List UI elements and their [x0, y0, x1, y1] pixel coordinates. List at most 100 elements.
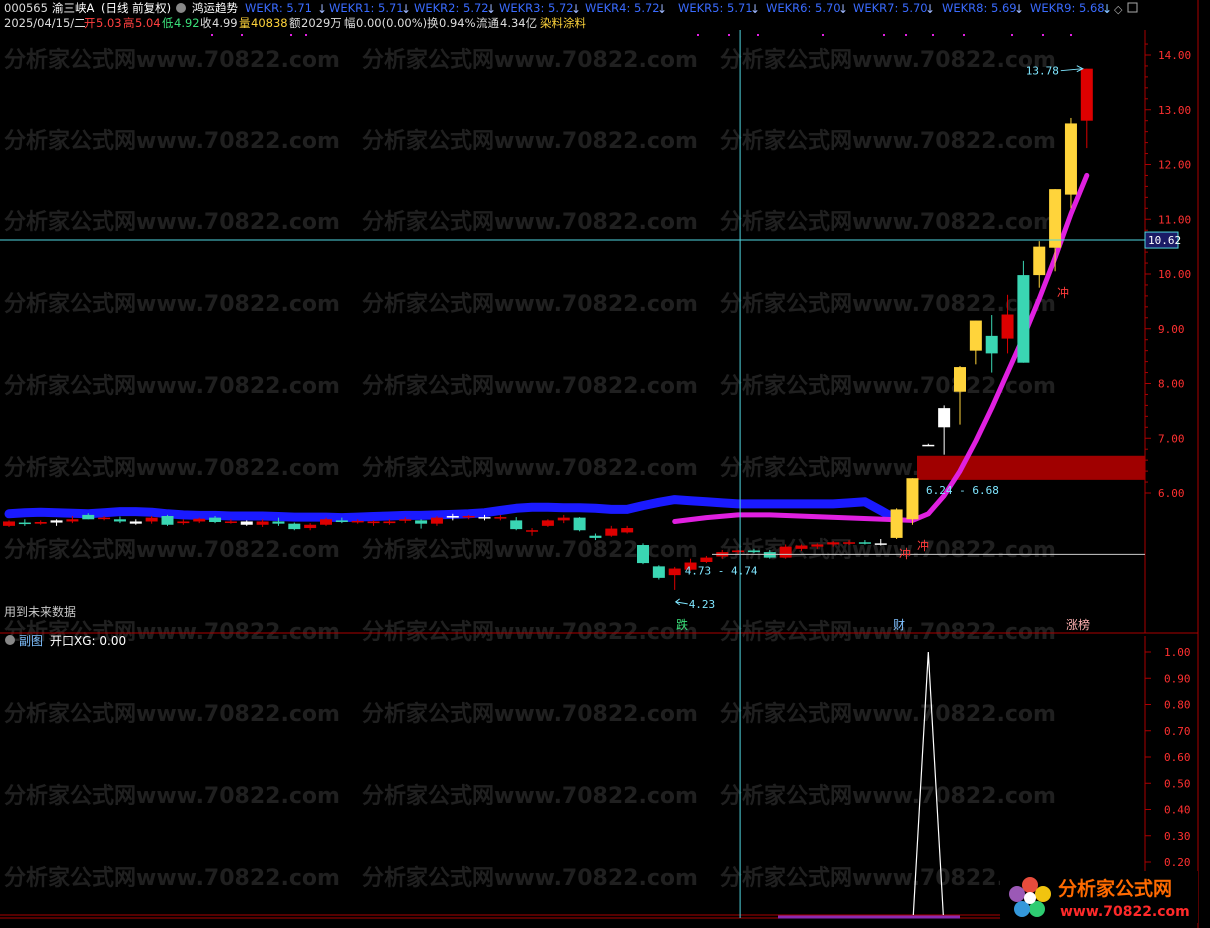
candle-body	[1080, 68, 1093, 121]
low-price-label: 4.23	[689, 598, 716, 611]
candle-body	[763, 552, 776, 558]
signal-dot	[1042, 34, 1044, 36]
signal-dot	[728, 34, 730, 36]
axis-tick-label: 14.00	[1158, 49, 1191, 62]
wekr-item: WEKR1: 5.71	[329, 1, 404, 15]
watermark-text: 分析家公式网www.70822.com	[362, 373, 698, 399]
watermark-text: 分析家公式网www.70822.com	[720, 537, 1056, 563]
indicator-name[interactable]: 鸿运趋势	[192, 1, 238, 15]
bar-date: 2025/04/15/二	[4, 16, 86, 30]
down-arrow-icon: ↓	[1014, 2, 1024, 16]
candle-body	[351, 520, 364, 523]
sub-axis-tick-label: 0.20	[1164, 856, 1191, 869]
watermark-text: 分析家公式网www.70822.com	[720, 47, 1056, 73]
signal-dot	[697, 34, 699, 36]
signal-dot	[963, 34, 965, 36]
sub-toggle-icon[interactable]	[5, 635, 15, 645]
signal-dot	[932, 34, 934, 36]
candle-body	[1049, 189, 1062, 248]
signal-dot	[241, 34, 243, 36]
candle-body	[383, 521, 396, 524]
watermark-text: 分析家公式网www.70822.com	[362, 47, 698, 73]
sector-label: 染料涂料	[540, 16, 586, 30]
sub-axis-tick-label: 0.60	[1164, 751, 1191, 764]
high-label: 高	[123, 16, 135, 30]
axis-tick-label: 9.00	[1158, 323, 1185, 336]
watermark-text: 分析家公式网www.70822.com	[4, 537, 340, 563]
candle-body	[161, 515, 174, 525]
wekr-item: WEKR: 5.71	[245, 1, 312, 15]
crosshair-price-text: 10.62	[1148, 234, 1181, 247]
sub-axis-tick-label: 0.30	[1164, 830, 1191, 843]
float-value: 4.34亿	[500, 16, 537, 30]
candle	[890, 508, 903, 539]
stock-chart-canvas[interactable]: 分析家公式网www.70822.com 分析家公式网www.70822.com 分析…	[0, 0, 1210, 928]
candle-body	[747, 550, 760, 553]
candle-body	[1017, 275, 1030, 363]
candle-body	[779, 546, 792, 558]
candle-body	[858, 542, 871, 544]
future-data-note: 用到未来数据	[4, 604, 76, 619]
candle-body	[811, 544, 824, 547]
candle-body	[843, 542, 856, 544]
breakout-range-label: 6.24 - 6.68	[926, 484, 999, 497]
axis-tick-label: 10.00	[1158, 268, 1191, 281]
candle-body	[335, 520, 348, 523]
down-arrow-icon: ↓	[486, 2, 496, 16]
signal-dot	[883, 34, 885, 36]
axis-tick-label: 7.00	[1158, 432, 1185, 445]
sub-series-label: 开口XG: 0.00	[50, 634, 126, 648]
candle-body	[177, 521, 190, 524]
candle-body	[890, 509, 903, 538]
wekr-item: WEKR3: 5.72	[499, 1, 574, 15]
candle-body	[589, 535, 602, 538]
signal-dot	[757, 34, 759, 36]
candle-body	[430, 517, 443, 524]
watermark-text: 分析家公式网www.70822.com	[4, 701, 340, 727]
scroll-down-icon[interactable]: ↓	[1102, 2, 1112, 16]
open-value: 5.03	[96, 16, 122, 30]
watermark-text: 分析家公式网www.70822.com	[720, 291, 1056, 317]
candle-body	[874, 543, 887, 545]
axis-tick-label: 11.00	[1158, 213, 1191, 226]
axis-tick-label: 6.00	[1158, 487, 1185, 500]
candle-body	[320, 519, 332, 525]
watermark-text: 分析家公式网www.70822.com	[720, 209, 1056, 235]
candle-body	[795, 545, 808, 549]
watermark-text: 分析家公式网www.70822.com	[362, 783, 698, 809]
low-value: 4.92	[174, 16, 200, 30]
watermark-text: 分析家公式网www.70822.com	[4, 865, 340, 891]
candle-body	[209, 517, 222, 523]
candle-body	[18, 522, 31, 525]
sub-panel-title[interactable]: 副图	[19, 634, 43, 648]
candle	[288, 522, 301, 531]
sub-axis-tick-label: 0.70	[1164, 725, 1191, 738]
period-label: (日线 前复权)	[101, 1, 171, 15]
logo-url: www.70822.com	[1060, 904, 1190, 920]
diamond-icon[interactable]: ◇	[1114, 3, 1123, 16]
candle-body	[462, 515, 475, 518]
header-row-2: 2025/04/15/二 开 5.03 高 5.04 低 4.92 收 4.99…	[4, 16, 586, 30]
candle-body	[1033, 246, 1046, 276]
candle-body	[224, 521, 237, 523]
sub-axis-tick-label: 1.00	[1164, 646, 1191, 659]
axis-tick-label: 12.00	[1158, 159, 1191, 172]
candle-body	[605, 528, 618, 536]
watermark-text: 分析家公式网www.70822.com	[362, 619, 698, 645]
indicator-toggle-icon[interactable]	[176, 3, 186, 13]
change-label: 幅	[344, 16, 356, 30]
resistance-zone	[917, 455, 1145, 480]
amount-value: 2029万	[301, 16, 342, 30]
candle-body	[272, 521, 285, 524]
candle-body	[82, 514, 95, 520]
watermark-text: 分析家公式网www.70822.com	[4, 455, 340, 481]
change-value: 0.00(0.00%)	[356, 16, 427, 30]
candle-body	[256, 521, 269, 525]
candle-body	[541, 520, 554, 526]
turnover-value: 0.94%	[439, 16, 476, 30]
sub-axis-tick-label: 0.80	[1164, 699, 1191, 712]
wekr-item: WEKR5: 5.71	[678, 1, 753, 15]
candle-body	[969, 320, 982, 351]
wekr-item: WEKR6: 5.70	[766, 1, 841, 15]
chong-signal-1: 冲	[899, 546, 911, 561]
